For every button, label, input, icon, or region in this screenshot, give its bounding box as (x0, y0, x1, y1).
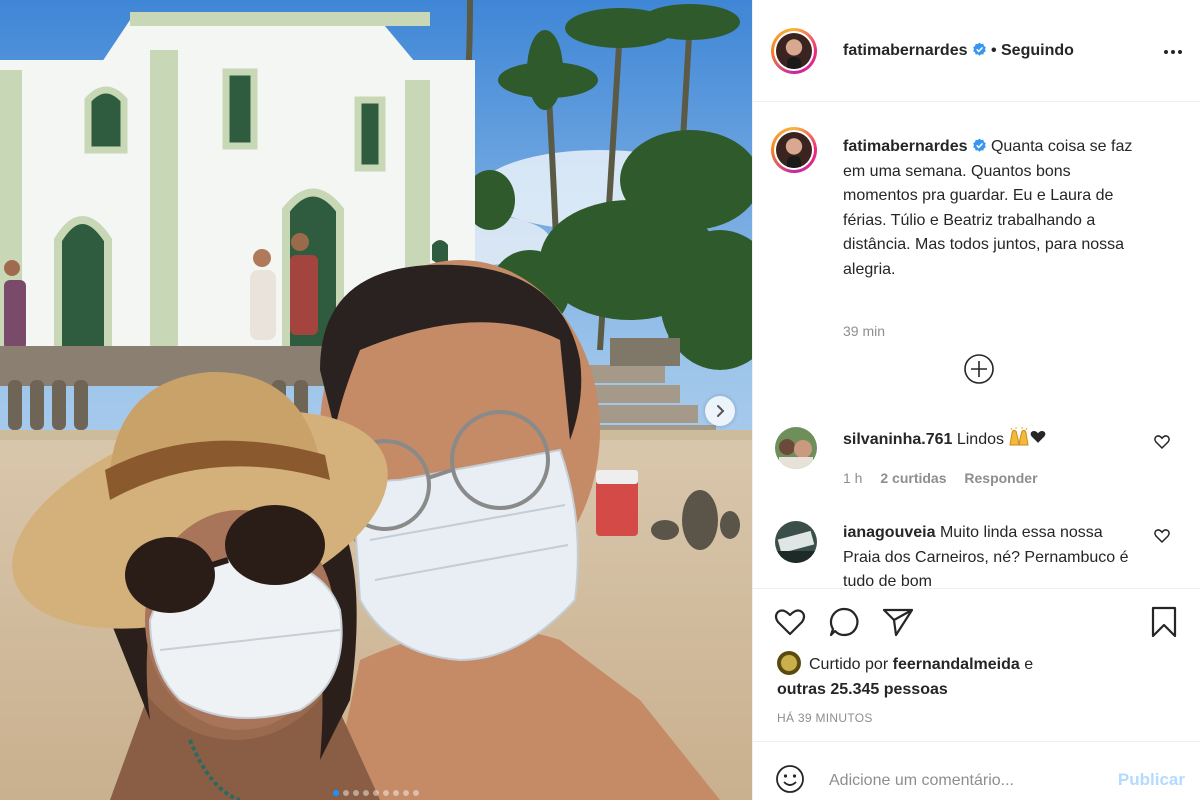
carousel-dot (343, 790, 349, 796)
verified-badge-icon (972, 42, 986, 56)
comment-time[interactable]: 1 h (843, 470, 862, 486)
post-photo[interactable] (0, 0, 752, 800)
heart-icon[interactable] (1153, 527, 1171, 545)
comments-list[interactable]: fatimabernardes Quanta coisa se faz em u… (753, 103, 1200, 586)
publish-button[interactable]: Publicar (1118, 770, 1185, 790)
caption-author-username[interactable]: fatimabernardes (843, 138, 968, 155)
carousel-dot (393, 790, 399, 796)
commenter-username[interactable]: ianagouveia (843, 524, 935, 541)
carousel-dot (353, 790, 359, 796)
post-header: fatimabernardes • Seguindo (753, 0, 1200, 102)
author-line: fatimabernardes • Seguindo (843, 42, 1074, 60)
likes-summary: Curtido por feernandalmeida e outras 25.… (777, 651, 1157, 702)
likes-count[interactable]: outras 25.345 pessoas (777, 681, 948, 698)
follow-status[interactable]: • Seguindo (991, 42, 1074, 59)
comment-body: Lindos (956, 431, 1004, 448)
comment-input[interactable] (829, 768, 1099, 794)
comment-bubble-icon[interactable] (827, 605, 861, 639)
reply-button[interactable]: Responder (964, 470, 1037, 486)
caption-text: fatimabernardes Quanta coisa se faz em u… (843, 135, 1143, 282)
post-timestamp[interactable]: HÁ 39 MINUTOS (777, 711, 873, 725)
carousel-dot (363, 790, 369, 796)
carousel-dot (413, 790, 419, 796)
black-heart-emoji-icon (1031, 431, 1046, 443)
paper-plane-icon[interactable] (881, 605, 915, 639)
liked-by-prefix: Curtido por (809, 656, 889, 673)
caption-author-avatar[interactable] (771, 127, 817, 173)
carousel-dot (373, 790, 379, 796)
comment-likes[interactable]: 2 curtidas (880, 470, 946, 486)
action-bar (773, 603, 1183, 643)
post-side-panel: fatimabernardes • Seguindo fatimabernard… (752, 0, 1200, 800)
add-comment-bar: Publicar (753, 741, 1200, 800)
plus-circle-icon[interactable] (963, 353, 995, 385)
beach-selfie-image (0, 0, 752, 800)
author-username[interactable]: fatimabernardes (843, 42, 968, 59)
bookmark-icon[interactable] (1147, 605, 1181, 639)
author-avatar[interactable] (771, 28, 817, 74)
caption-body: Quanta coisa se faz em uma semana. Quant… (843, 138, 1133, 278)
commenter-username[interactable]: silvaninha.761 (843, 431, 952, 448)
verified-badge-icon (972, 138, 986, 152)
commenter-avatar[interactable] (775, 521, 817, 563)
smile-icon[interactable] (775, 764, 805, 794)
more-options-icon[interactable] (1161, 40, 1185, 64)
caption-timestamp[interactable]: 39 min (843, 323, 885, 339)
comment-text: ianagouveia Muito linda essa nossa Praia… (843, 521, 1133, 586)
post-actions: Curtido por feernandalmeida e outras 25.… (753, 588, 1200, 800)
carousel-dot (403, 790, 409, 796)
praising-hands-emoji-icon (1009, 427, 1030, 446)
carousel-indicators (0, 790, 752, 796)
chevron-right-icon (717, 405, 725, 417)
commenter-avatar[interactable] (775, 427, 817, 469)
carousel-dot (383, 790, 389, 796)
comment-meta: 1 h 2 curtidas Responder (843, 470, 1052, 486)
liked-by-suffix: e (1024, 656, 1034, 673)
comment-text: silvaninha.761 Lindos (843, 427, 1133, 453)
liked-by-user[interactable]: feernandalmeida (893, 656, 1020, 673)
liker-avatar[interactable] (777, 651, 801, 675)
heart-icon[interactable] (773, 605, 807, 639)
carousel-dot (333, 790, 339, 796)
heart-icon[interactable] (1153, 433, 1171, 451)
carousel-next-button[interactable] (705, 396, 735, 426)
